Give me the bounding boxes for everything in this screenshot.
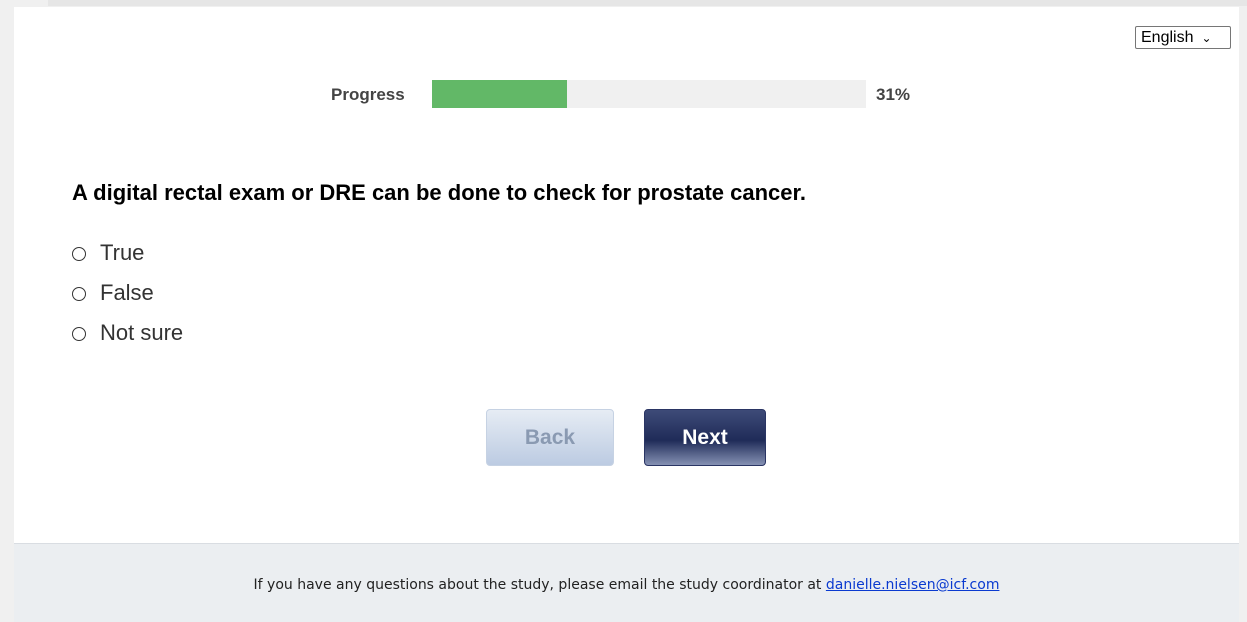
progress-section: Progress 31% xyxy=(14,80,1239,108)
top-strip xyxy=(48,0,1247,6)
progress-bar xyxy=(432,80,866,108)
option-label: True xyxy=(100,240,145,265)
question-text: A digital rectal exam or DRE can be done… xyxy=(72,180,806,205)
option-not-sure[interactable]: Not sure xyxy=(72,313,183,353)
progress-fill xyxy=(432,80,567,108)
radio-button[interactable] xyxy=(72,327,86,341)
option-label: Not sure xyxy=(100,320,184,345)
language-select[interactable]: English ⌄ xyxy=(1135,26,1231,49)
option-false[interactable]: False xyxy=(72,273,183,313)
survey-page: English ⌄ Progress 31% A digital rectal … xyxy=(14,7,1239,622)
option-true[interactable]: True xyxy=(72,233,183,273)
back-button[interactable]: Back xyxy=(486,409,614,466)
option-label: False xyxy=(100,280,154,305)
answer-options: True False Not sure xyxy=(72,233,183,353)
radio-button[interactable] xyxy=(72,247,86,261)
progress-percent: 31% xyxy=(876,85,911,104)
progress-label: Progress xyxy=(331,85,405,104)
footer-text: If you have any questions about the stud… xyxy=(14,577,1239,593)
coordinator-email-link[interactable]: danielle.nielsen@icf.com xyxy=(826,577,1000,593)
footer-message: If you have any questions about the stud… xyxy=(253,577,822,593)
footer: If you have any questions about the stud… xyxy=(14,543,1239,622)
language-select-value: English xyxy=(1141,28,1194,46)
next-button[interactable]: Next xyxy=(644,409,766,466)
chevron-down-icon: ⌄ xyxy=(1201,30,1212,45)
radio-button[interactable] xyxy=(72,287,86,301)
